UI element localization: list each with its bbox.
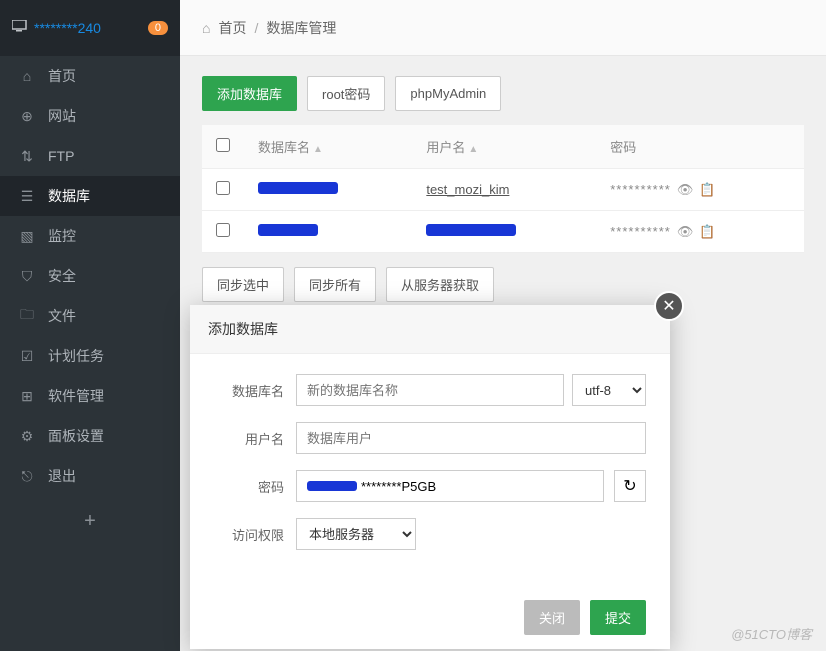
password-input-wrap[interactable]: ********P5GB <box>296 470 604 502</box>
modal-title: 添加数据库 <box>190 305 670 354</box>
modal-close-button[interactable]: ✕ <box>654 291 684 321</box>
refresh-icon: ↻ <box>623 476 636 496</box>
add-database-modal: ✕ 添加数据库 数据库名 utf-8 用户名 密码 ********P5GB ↻ <box>190 305 670 649</box>
label-username: 用户名 <box>214 429 296 448</box>
modal-body: 数据库名 utf-8 用户名 密码 ********P5GB ↻ 访问权限 本地… <box>190 354 670 586</box>
password-value: ********P5GB <box>361 479 436 494</box>
watermark: @51CTO博客 <box>731 624 812 643</box>
modal-overlay: ✕ 添加数据库 数据库名 utf-8 用户名 密码 ********P5GB ↻ <box>0 0 826 651</box>
modal-cancel-button[interactable]: 关闭 <box>524 600 580 635</box>
label-access: 访问权限 <box>214 525 296 544</box>
modal-submit-button[interactable]: 提交 <box>590 600 646 635</box>
modal-footer: 关闭 提交 <box>190 586 670 649</box>
label-dbname: 数据库名 <box>214 381 296 400</box>
regen-password-button[interactable]: ↻ <box>614 470 646 502</box>
dbname-input[interactable] <box>296 374 564 406</box>
username-input[interactable] <box>296 422 646 454</box>
charset-select[interactable]: utf-8 <box>572 374 646 406</box>
redacted-pw-prefix <box>307 481 357 491</box>
access-select[interactable]: 本地服务器 <box>296 518 416 550</box>
label-password: 密码 <box>214 477 296 496</box>
